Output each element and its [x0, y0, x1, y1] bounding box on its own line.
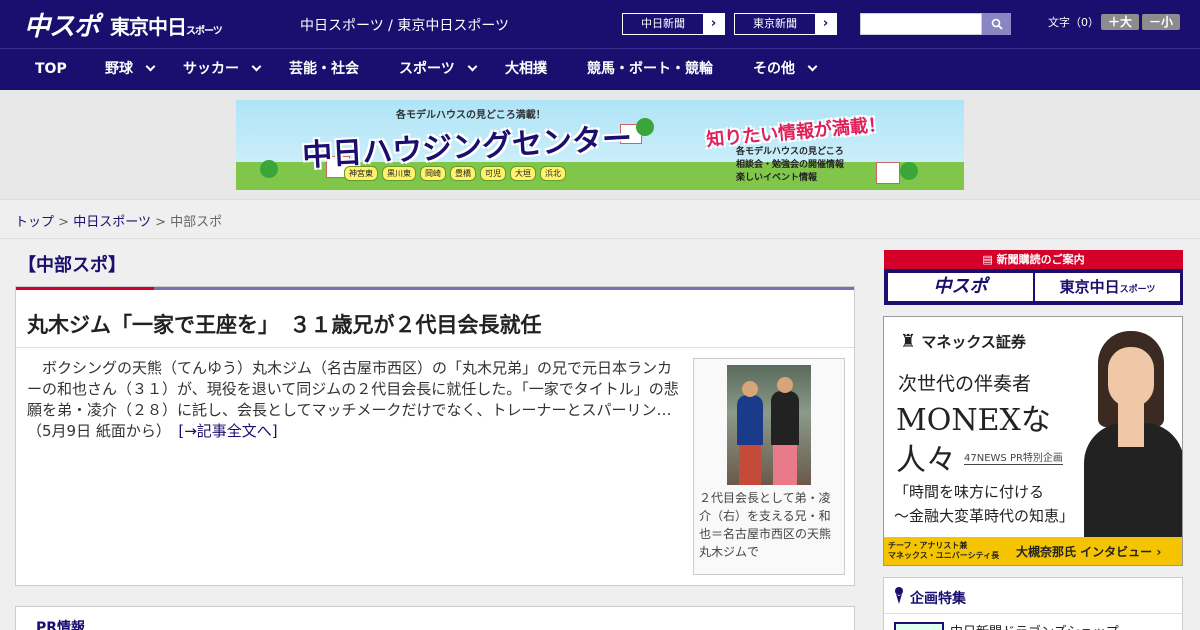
ad-headline-1: 次世代の伴奏者 [898, 373, 1032, 395]
banner-info-2: 相談会・勉強会の開催情報 [736, 160, 845, 170]
pr-section: PR情報 [15, 606, 855, 630]
housing-center-banner[interactable]: 各モデルハウスの見どころ満載！ 中日ハウジングセンター 知りたい情報が満載！ 各… [236, 100, 964, 190]
nav-soccer[interactable]: サッカー [183, 49, 262, 91]
tree-icon [260, 160, 278, 178]
banner-city: 黒川東 [382, 166, 416, 181]
breadcrumb-current: 中部スポ [170, 215, 223, 230]
divider [884, 613, 1182, 614]
read-more-link[interactable]: [→記事全文へ] [178, 422, 277, 440]
pr-title: PR情報 [36, 620, 86, 630]
banner-city: 岡崎 [420, 166, 446, 181]
ad-brand: ♜ マネックス証券 [900, 331, 1026, 352]
tokyo-shimbun-button[interactable]: 東京新聞 › [734, 13, 837, 35]
ad-interview-bar[interactable]: チーフ・アナリスト兼 マネックス・ユニバーシティ長 大槻奈那氏 インタビュー › [884, 537, 1182, 565]
article-photo[interactable] [727, 365, 811, 485]
article-top-border [16, 287, 854, 290]
banner-city: 神宮東 [344, 166, 378, 181]
breadcrumb-chunichi[interactable]: 中日スポーツ [73, 215, 151, 230]
subscription-header: ▤ 新聞購読のご案内 [884, 250, 1183, 269]
font-size-label: 文字（0） [1048, 16, 1099, 29]
article-card: 丸木ジム「一家で王座を」 ３１歳兄が２代目会長就任 ボクシングの天熊（てんゆう）… [15, 286, 855, 586]
article-body: ボクシングの天熊（てんゆう）丸木ジム（名古屋市西区）の「丸木兄弟」の兄で元日本ラ… [27, 359, 679, 440]
chevron-down-icon [251, 61, 262, 72]
banner-city: 可児 [480, 166, 506, 181]
section-title: 【中部スポ】 [18, 255, 126, 276]
chevron-right-icon: › [703, 14, 724, 34]
nav-other[interactable]: その他 [753, 49, 818, 91]
banner-city-list: 神宮東 黒川東 岡崎 豊橋 可児 大垣 浜北 [344, 166, 566, 181]
chevron-down-icon [467, 61, 478, 72]
nav-sumo[interactable]: 大相撲 [505, 49, 547, 91]
tree-icon [900, 162, 918, 180]
font-size-down-button[interactable]: －小 [1142, 14, 1180, 30]
search-input[interactable] [860, 13, 982, 35]
article-title[interactable]: 丸木ジム「一家で王座を」 ３１歳兄が２代目会長就任 [27, 309, 542, 339]
main-nav: TOP 野球 サッカー 芸能・社会 スポーツ 大相撲 競馬・ボート・競輪 その他 [0, 48, 1200, 90]
banner-area: 各モデルハウスの見どころ満載！ 中日ハウジングセンター 知りたい情報が満載！ 各… [0, 90, 1200, 200]
ribbon-icon [895, 587, 903, 604]
search-icon [991, 18, 1003, 30]
newspaper-icon: ▤ [982, 253, 997, 266]
ad-headline-3: 人々 [896, 443, 956, 478]
nav-sports[interactable]: スポーツ [399, 49, 478, 91]
banner-city: 浜北 [540, 166, 566, 181]
chuspo-logo[interactable]: 中スポ [24, 6, 100, 43]
top-header: 中スポ 東京中日スポーツ 中日スポーツ / 東京中日スポーツ 中日新聞 › 東京… [0, 0, 1200, 48]
subscribe-chuspo-button[interactable]: 中スポ [888, 273, 1033, 301]
photo-caption: ２代目会長として弟・凌介（右）を支える兄・和也＝名古屋市西区の天熊丸木ジムで [699, 491, 832, 559]
subscribe-tokyo-chunichi-button[interactable]: 東京中日スポーツ [1035, 273, 1180, 301]
tokyo-chunichi-logo[interactable]: 東京中日スポーツ [110, 11, 223, 40]
nav-top[interactable]: TOP [35, 49, 67, 91]
monex-ad[interactable]: ♜ マネックス証券 次世代の伴奏者 MONEXな 人々 47NEWS PR特別企… [883, 316, 1183, 566]
search-button[interactable] [982, 13, 1011, 35]
feature-title: 企画特集 [910, 591, 966, 607]
ad-pr-tag: 47NEWS PR特別企画 [964, 449, 1063, 465]
chevron-down-icon [807, 61, 818, 72]
monex-logo-icon: ♜ [900, 331, 917, 352]
nav-entertainment[interactable]: 芸能・社会 [289, 49, 359, 91]
chevron-down-icon [145, 61, 156, 72]
nav-baseball[interactable]: 野球 [105, 49, 156, 91]
feature-item-link[interactable]: 中日新聞ドラゴンズショップ [950, 621, 1119, 630]
breadcrumb: トップ > 中日スポーツ > 中部スポ [15, 215, 223, 230]
banner-info-3: 楽しいイベント情報 [736, 173, 818, 183]
breadcrumb-top[interactable]: トップ [15, 215, 54, 230]
chunichi-shimbun-button[interactable]: 中日新聞 › [622, 13, 725, 35]
feature-thumbnail[interactable] [894, 622, 944, 630]
ad-person-photo [1084, 327, 1182, 543]
site-name: 中日スポーツ / 東京中日スポーツ [300, 18, 510, 34]
chevron-right-icon: › [815, 14, 836, 34]
divider [0, 238, 1200, 239]
ad-quote-2: 〜金融大変革時代の知恵」 [894, 507, 1075, 525]
tree-icon [636, 118, 654, 136]
ad-quote-1: 「時間を味方に付ける [894, 483, 1045, 501]
ad-headline-2: MONEXな [896, 403, 1051, 438]
divider [16, 347, 854, 348]
font-size-up-button[interactable]: ＋大 [1101, 14, 1139, 30]
banner-city: 豊橋 [450, 166, 476, 181]
house-icon [876, 162, 900, 184]
feature-section: 企画特集 中日新聞ドラゴンズショップ [883, 577, 1183, 630]
photo-box: ２代目会長として弟・凌介（右）を支える兄・和也＝名古屋市西区の天熊丸木ジムで [693, 358, 845, 575]
nav-racing[interactable]: 競馬・ボート・競輪 [587, 49, 713, 91]
banner-city: 大垣 [510, 166, 536, 181]
subscription-box: ▤ 新聞購読のご案内 中スポ 東京中日スポーツ [884, 250, 1183, 305]
banner-info-1: 各モデルハウスの見どころ [736, 147, 844, 157]
